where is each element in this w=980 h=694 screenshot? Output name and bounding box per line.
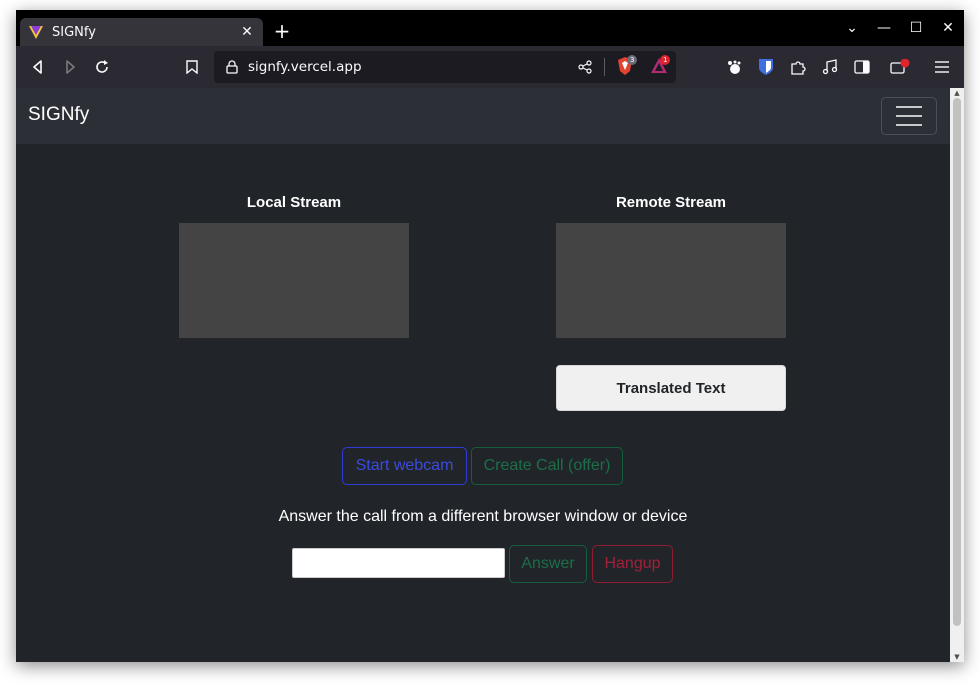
- remote-stream-label: Remote Stream: [615, 194, 727, 211]
- media-music-icon[interactable]: [820, 57, 840, 77]
- new-tab-button[interactable]: +: [272, 20, 292, 42]
- navbar-brand[interactable]: SIGNfy: [28, 104, 89, 126]
- toggler-bar: [896, 115, 922, 117]
- share-icon[interactable]: [578, 60, 592, 74]
- back-icon[interactable]: [28, 57, 48, 77]
- tab-list-chevron-icon[interactable]: ⌄: [836, 12, 868, 44]
- bookmark-icon[interactable]: [182, 57, 202, 77]
- remote-video: [556, 223, 786, 338]
- answer-instructions: Answer the call from a different browser…: [278, 508, 688, 525]
- browser-window: SIGNfy ✕ + ⌄ — ☐ ✕ signfy.vercel.app 3 1…: [16, 10, 964, 662]
- call-id-input[interactable]: [292, 548, 505, 578]
- tab-title: SIGNfy: [52, 24, 96, 40]
- menu-hamburger-icon[interactable]: [932, 57, 952, 77]
- close-window-button[interactable]: ✕: [932, 12, 964, 44]
- forward-icon[interactable]: [60, 57, 80, 77]
- url-text[interactable]: signfy.vercel.app: [248, 59, 362, 75]
- sidebar-toggle-icon[interactable]: [852, 57, 872, 77]
- address-bar[interactable]: signfy.vercel.app 3 1: [214, 51, 676, 83]
- answer-button[interactable]: Answer: [509, 545, 587, 583]
- navbar-toggler-button[interactable]: [881, 97, 937, 135]
- maximize-button[interactable]: ☐: [900, 12, 932, 44]
- page-content: SIGNfy Local Stream Remote Stream Transl…: [16, 88, 950, 662]
- site-navbar: SIGNfy: [16, 88, 950, 144]
- gnome-extension-icon[interactable]: [724, 57, 744, 77]
- translated-text-box: Translated Text: [556, 365, 786, 411]
- toggler-bar: [896, 124, 922, 126]
- local-video: [179, 223, 409, 338]
- local-stream-label: Local Stream: [246, 194, 342, 211]
- vercel-favicon-icon: [29, 26, 43, 39]
- reload-icon[interactable]: [92, 57, 112, 77]
- start-webcam-button[interactable]: Start webcam: [342, 447, 467, 485]
- wallet-notification-icon[interactable]: [890, 57, 910, 77]
- browser-toolbar: signfy.vercel.app 3 1: [16, 46, 964, 88]
- rewards-badge: 1: [660, 55, 671, 65]
- bitwarden-icon[interactable]: [756, 57, 776, 77]
- hangup-button[interactable]: Hangup: [592, 545, 673, 583]
- shields-badge: 3: [627, 55, 638, 65]
- scroll-thumb[interactable]: [953, 98, 961, 626]
- extensions-puzzle-icon[interactable]: [788, 57, 808, 77]
- url-divider: [604, 58, 605, 76]
- minimize-button[interactable]: —: [868, 12, 900, 44]
- scroll-up-arrow-icon[interactable]: ▲: [950, 88, 964, 98]
- browser-tab[interactable]: SIGNfy ✕: [20, 18, 263, 46]
- page-scrollbar[interactable]: ▲ ▼: [950, 88, 964, 662]
- scroll-down-arrow-icon[interactable]: ▼: [950, 652, 964, 662]
- brave-shields-icon[interactable]: 3: [616, 55, 638, 78]
- toggler-bar: [896, 106, 922, 108]
- lock-icon[interactable]: [226, 60, 238, 74]
- window-controls: ⌄ — ☐ ✕: [836, 10, 964, 46]
- title-bar: SIGNfy ✕ + ⌄ — ☐ ✕: [16, 10, 964, 46]
- brave-rewards-icon[interactable]: 1: [650, 55, 672, 79]
- create-call-button[interactable]: Create Call (offer): [471, 447, 623, 485]
- tab-close-icon[interactable]: ✕: [239, 24, 255, 40]
